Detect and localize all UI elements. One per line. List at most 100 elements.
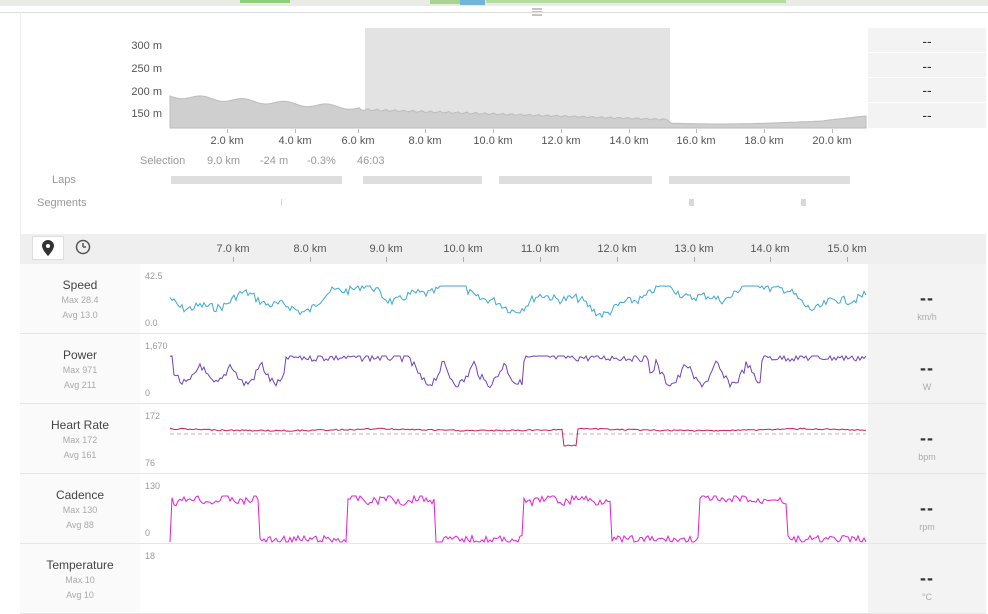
metric-axis-top: 1,670	[145, 341, 168, 351]
lap-bar[interactable]	[669, 176, 850, 184]
detail-x-tick: 11.0 km	[520, 243, 560, 255]
metric-name: Temperature	[46, 558, 114, 572]
lap-bar[interactable]	[171, 176, 342, 184]
detail-x-tick-mark	[463, 257, 464, 262]
elev-x-tick: 16.0 km	[676, 135, 716, 147]
laps-label: Laps	[52, 174, 76, 186]
elev-stat-value: --	[922, 107, 932, 123]
elev-x-tick-mark	[425, 129, 426, 133]
elev-x-tick-mark	[358, 129, 359, 133]
metric-max: Max 130	[62, 505, 98, 515]
elevation-stats-panel: -- -- -- --	[868, 28, 986, 128]
elev-x-tick: 18.0 km	[744, 135, 784, 147]
elevation-chart[interactable]	[169, 28, 867, 132]
detail-x-tick: 9.0 km	[369, 243, 403, 255]
segment-marker[interactable]	[801, 199, 806, 206]
clock-icon[interactable]	[68, 236, 98, 258]
elev-x-tick: 6.0 km	[341, 135, 375, 147]
metric-unit: bpm	[918, 452, 936, 462]
metric-trace-heart-rate[interactable]	[169, 426, 867, 474]
segments-label: Segments	[37, 197, 87, 209]
metric-name: Power	[62, 348, 97, 362]
metric-name: Heart Rate	[50, 418, 110, 432]
metric-max: Max 971	[62, 365, 98, 375]
segment-marker[interactable]	[689, 199, 694, 206]
metric-axis-bottom: 0	[145, 388, 151, 398]
elev-x-tick: 8.0 km	[408, 135, 442, 147]
detail-x-tick: 10.0 km	[443, 243, 483, 255]
metric-value: --	[920, 288, 934, 308]
metric-unit: °C	[921, 592, 933, 602]
metric-value: --	[920, 358, 934, 378]
metric-axis-top: 18	[145, 551, 156, 561]
elev-x-tick: 2.0 km	[210, 135, 244, 147]
elev-stat-value: --	[922, 33, 932, 49]
elev-stat-value: --	[922, 58, 932, 74]
selection-label: Selection	[140, 155, 186, 167]
drag-handle-icon[interactable]	[532, 3, 542, 16]
metric-max: Max 28.4	[61, 295, 99, 305]
metric-axis-bottom: 0.0	[145, 318, 158, 328]
elev-x-tick: 20.0 km	[812, 135, 852, 147]
metric-axis-bottom: 76	[145, 458, 156, 468]
metric-unit: W	[922, 382, 932, 392]
detail-x-tick: 13.0 km	[674, 243, 714, 255]
metric-axis-bottom: 0	[145, 528, 151, 538]
detail-x-tick: 12.0 km	[597, 243, 637, 255]
location-pin-icon[interactable]	[32, 236, 64, 260]
metric-avg: Avg 211	[63, 380, 97, 390]
metric-row-temperature[interactable]: Temperature Max 10 Avg 10 18 -- °C	[20, 544, 986, 614]
detail-x-tick: 14.0 km	[750, 243, 790, 255]
metric-axis-top: 130	[145, 481, 161, 491]
segment-marker[interactable]	[281, 199, 282, 206]
metric-unit: rpm	[919, 522, 935, 532]
elev-x-tick-mark	[295, 129, 296, 133]
metric-value: --	[920, 428, 934, 448]
elev-x-tick-mark	[764, 129, 765, 133]
elev-x-tick: 12.0 km	[541, 135, 581, 147]
elev-x-tick-mark	[493, 129, 494, 133]
selection-grade: -0.3%	[307, 155, 336, 167]
elev-x-tick: 14.0 km	[609, 135, 649, 147]
elev-stat-value: --	[922, 82, 932, 98]
metric-max: Max 10	[65, 575, 95, 585]
metric-unit: km/h	[917, 312, 937, 322]
metric-value: --	[920, 568, 934, 588]
metric-avg: Avg 10	[66, 590, 94, 600]
selection-elev-change: -24 m	[260, 155, 289, 167]
lap-bar[interactable]	[363, 176, 482, 184]
metric-name: Cadence	[55, 488, 105, 502]
metric-axis-top: 42.5	[145, 271, 163, 281]
detail-x-tick: 7.0 km	[216, 243, 250, 255]
detail-x-tick-mark	[770, 257, 771, 262]
elev-y-tick: 300 m	[131, 40, 162, 52]
detail-x-tick-mark	[386, 257, 387, 262]
detail-x-tick-mark	[847, 257, 848, 262]
elev-x-tick: 4.0 km	[278, 135, 312, 147]
metric-trace-speed[interactable]	[169, 285, 867, 334]
detail-x-tick-mark	[540, 257, 541, 262]
metric-trace-cadence[interactable]	[169, 494, 867, 544]
metric-avg: Avg 13.0	[62, 310, 98, 320]
elev-x-tick-mark	[227, 129, 228, 133]
metric-name: Speed	[62, 278, 98, 292]
detail-x-tick-mark	[694, 257, 695, 262]
metric-avg: Avg 88	[66, 520, 94, 530]
elev-x-tick-mark	[696, 129, 697, 133]
elev-x-tick-mark	[561, 129, 562, 133]
metric-value: --	[920, 498, 934, 518]
detail-x-tick: 15.0 km	[827, 243, 867, 255]
metric-trace-power[interactable]	[169, 354, 867, 404]
elev-y-tick: 150 m	[131, 108, 162, 120]
metric-max: Max 172	[62, 435, 98, 445]
detail-x-tick-mark	[233, 257, 234, 262]
detail-x-tick: 8.0 km	[293, 243, 327, 255]
metric-axis-top: 172	[145, 411, 161, 421]
selection-distance: 9.0 km	[207, 155, 241, 167]
elev-x-tick-mark	[629, 129, 630, 133]
elev-y-tick: 200 m	[131, 86, 162, 98]
map-strip[interactable]	[0, 0, 988, 6]
lap-bar[interactable]	[499, 176, 652, 184]
detail-x-tick-mark	[617, 257, 618, 262]
selection-time: 46:03	[357, 155, 385, 167]
